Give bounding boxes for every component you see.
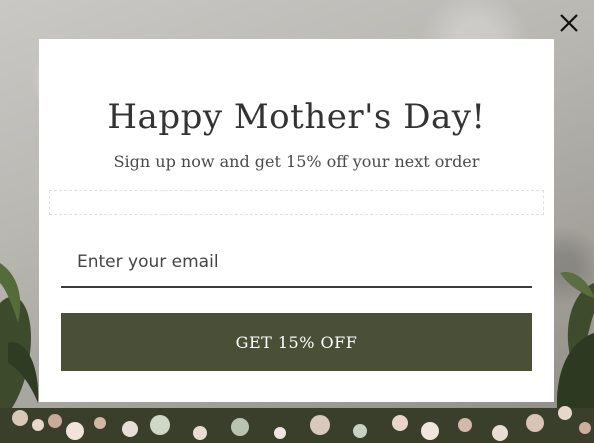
empty-form-slot (49, 190, 544, 215)
close-icon (560, 14, 578, 32)
signup-modal: Happy Mother's Day! Sign up now and get … (39, 39, 554, 402)
popup-title: Happy Mother's Day! (107, 97, 486, 137)
popup-subtitle: Sign up now and get 15% off your next or… (113, 152, 480, 171)
email-input[interactable] (61, 238, 532, 288)
get-discount-button[interactable]: GET 15% OFF (61, 313, 532, 371)
popup-overlay: Happy Mother's Day! Sign up now and get … (0, 0, 594, 443)
close-button[interactable] (556, 10, 582, 36)
